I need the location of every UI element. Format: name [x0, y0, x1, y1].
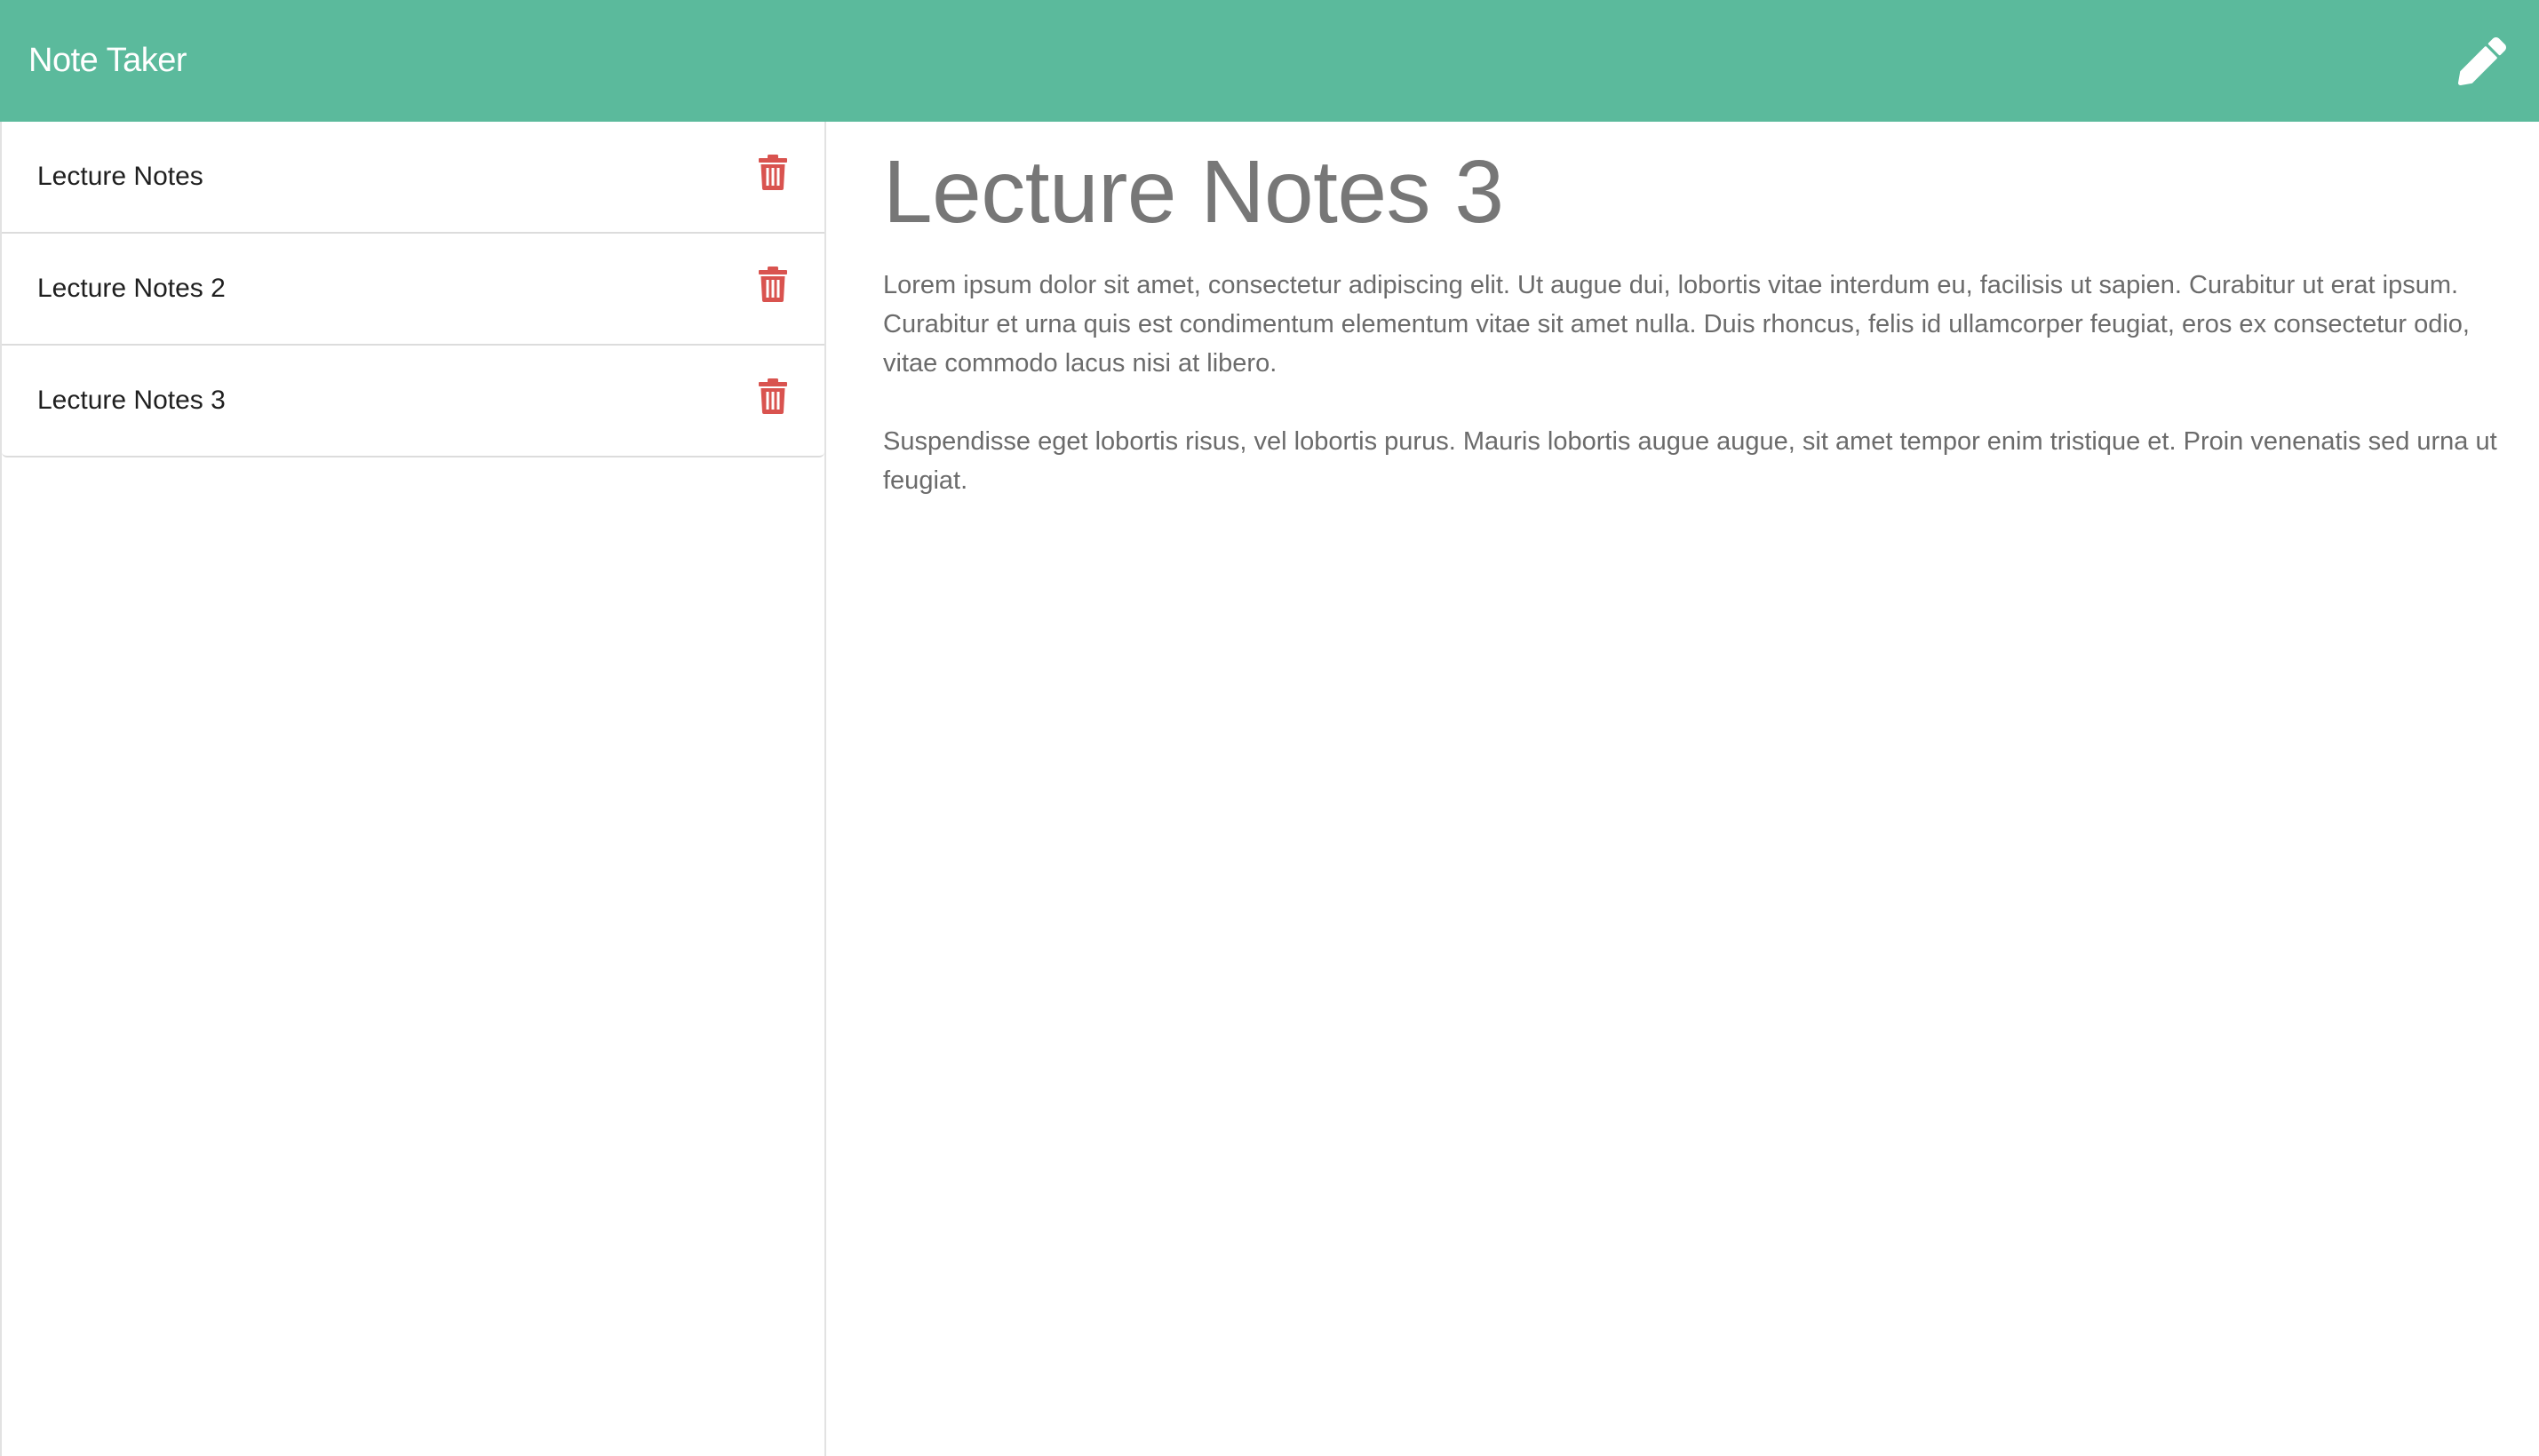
new-note-button[interactable]: [2455, 35, 2509, 88]
note-title-field[interactable]: Lecture Notes 3: [883, 141, 2539, 243]
note-title: Lecture Notes: [37, 162, 203, 191]
note-list-item[interactable]: Lecture Notes 2: [2, 232, 824, 344]
delete-note-button[interactable]: [755, 153, 791, 192]
note-list-item[interactable]: Lecture Notes 3: [2, 344, 824, 456]
brand-title[interactable]: Note Taker: [28, 42, 187, 80]
pencil-icon: [2458, 36, 2506, 85]
note-editor: Lecture Notes 3 Lorem ipsum dolor sit am…: [826, 122, 2539, 1456]
note-title: Lecture Notes 2: [37, 274, 226, 303]
delete-note-button[interactable]: [755, 265, 791, 304]
trash-icon: [759, 267, 787, 302]
notes-sidebar: Lecture Notes Lecture Notes 2 Lecture No…: [0, 122, 826, 1456]
note-list: Lecture Notes Lecture Notes 2 Lecture No…: [2, 122, 824, 457]
note-list-item[interactable]: Lecture Notes: [2, 122, 824, 232]
trash-icon: [759, 155, 787, 190]
note-title: Lecture Notes 3: [37, 386, 226, 415]
note-text-area[interactable]: Lorem ipsum dolor sit amet, consectetur …: [883, 266, 2518, 500]
delete-note-button[interactable]: [755, 377, 791, 416]
trash-icon: [759, 378, 787, 414]
navbar: Note Taker: [0, 0, 2539, 122]
